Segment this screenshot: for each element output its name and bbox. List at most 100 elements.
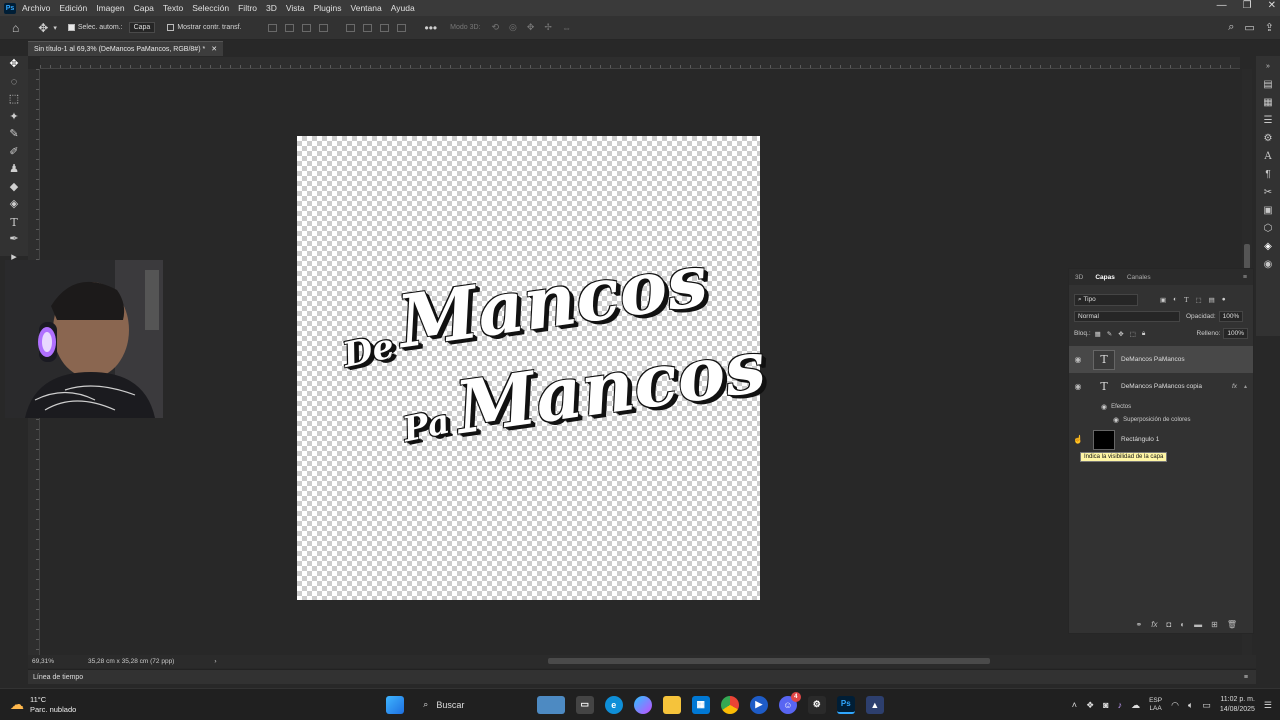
- menu-texto[interactable]: Texto: [163, 3, 183, 13]
- distribute-icon[interactable]: [396, 23, 406, 32]
- panel-menu-icon[interactable]: ≡: [1243, 274, 1247, 281]
- menu-seleccion[interactable]: Selección: [192, 3, 229, 13]
- chrome-icon[interactable]: [720, 695, 739, 714]
- align-bottom-icon[interactable]: [379, 23, 389, 32]
- lock-position-icon[interactable]: ✥: [1118, 330, 1123, 338]
- home-icon[interactable]: ⌂: [12, 21, 19, 35]
- taskbar-search[interactable]: ⌕ Buscar: [415, 694, 525, 716]
- app-icon[interactable]: ▲: [865, 695, 884, 714]
- menu-archivo[interactable]: Archivo: [22, 3, 50, 13]
- copilot-icon[interactable]: [633, 695, 652, 714]
- lock-artboard-icon[interactable]: ⬚: [1130, 330, 1136, 338]
- camera-icon[interactable]: ◙: [1103, 700, 1108, 710]
- document-canvas[interactable]: De Mancos Pa Mancos: [297, 136, 771, 600]
- document-tab[interactable]: Sin título-1 al 69,3% (DeMancos PaMancos…: [28, 41, 224, 56]
- menu-filtro[interactable]: Filtro: [238, 3, 257, 13]
- align-top-icon[interactable]: [345, 23, 355, 32]
- auto-select-dropdown[interactable]: Capa: [128, 22, 156, 33]
- slide-3d-icon[interactable]: ✢: [544, 22, 552, 33]
- tab-canales[interactable]: Canales: [1121, 274, 1157, 281]
- timeline-label[interactable]: Línea de tiempo: [33, 674, 83, 681]
- fill-input[interactable]: 100%: [1223, 328, 1248, 339]
- tab-capas[interactable]: Capas: [1089, 274, 1121, 281]
- pen-tool-icon[interactable]: ✒: [9, 231, 18, 249]
- align-left-icon[interactable]: [267, 23, 277, 32]
- align-justify-icon[interactable]: [318, 23, 328, 32]
- blend-mode-dropdown[interactable]: Normal: [1074, 311, 1180, 322]
- windows-start-icon[interactable]: [385, 695, 404, 714]
- menu-ayuda[interactable]: Ayuda: [391, 3, 415, 13]
- align-right-icon[interactable]: [301, 23, 311, 32]
- character-panel-icon[interactable]: A: [1264, 148, 1271, 166]
- media-app-icon[interactable]: ▶: [749, 695, 768, 714]
- more-options-icon[interactable]: •••: [425, 21, 438, 35]
- filter-smart-icon[interactable]: ▤: [1209, 296, 1215, 304]
- properties-panel-icon[interactable]: ⚙: [1264, 130, 1273, 148]
- color-panel-icon[interactable]: ▤: [1263, 76, 1272, 94]
- chevron-up-icon[interactable]: ˄: [1072, 700, 1077, 710]
- effect-item-row[interactable]: ◉ Superposición de colores: [1069, 413, 1253, 426]
- settings-app-icon[interactable]: ⚙: [807, 695, 826, 714]
- weather-widget[interactable]: ☁ 11°C Parc. nublado: [10, 695, 76, 715]
- menu-ventana[interactable]: Ventana: [351, 3, 382, 13]
- eyedropper-tool-icon[interactable]: ✎: [9, 126, 18, 144]
- effect-item-eye-icon[interactable]: ◉: [1113, 416, 1119, 424]
- new-adjustment-icon[interactable]: ◐: [1180, 620, 1185, 629]
- lasso-tool-icon[interactable]: ◌: [11, 74, 18, 92]
- task-view-icon[interactable]: ▭: [575, 695, 594, 714]
- filter-toggle-icon[interactable]: ●: [1222, 296, 1226, 303]
- filter-adjust-icon[interactable]: ◐: [1173, 296, 1177, 303]
- fx-badge[interactable]: fx: [1232, 383, 1237, 390]
- workspace-icon[interactable]: ▭: [1244, 21, 1254, 34]
- scale-3d-icon[interactable]: ⇔: [562, 23, 571, 33]
- object-select-tool-icon[interactable]: ⬚: [9, 91, 19, 109]
- mic-icon[interactable]: ♪: [1118, 700, 1123, 710]
- landscape-widget-icon[interactable]: [536, 695, 565, 714]
- adjustments-panel-icon[interactable]: ☰: [1264, 112, 1273, 130]
- horizontal-scroll-thumb[interactable]: [548, 658, 990, 664]
- rotate-3d-icon[interactable]: ⟲: [491, 22, 499, 33]
- align-middle-icon[interactable]: [362, 23, 372, 32]
- zoom-level[interactable]: 69,31%: [32, 658, 88, 665]
- align-center-icon[interactable]: [284, 23, 294, 32]
- volume-icon[interactable]: 🔈︎: [1188, 700, 1193, 711]
- filter-shape-icon[interactable]: ⬚: [1195, 296, 1201, 304]
- chevron-up-icon[interactable]: ▴: [1244, 383, 1247, 390]
- menu-capa[interactable]: Capa: [134, 3, 154, 13]
- link-layers-icon[interactable]: ⚭: [1136, 620, 1143, 629]
- discord-icon[interactable]: ☺ 4: [778, 691, 801, 714]
- minimize-icon[interactable]: —: [1217, 0, 1227, 11]
- eraser-tool-icon[interactable]: ◆: [10, 179, 18, 197]
- tab-3d[interactable]: 3D: [1069, 274, 1089, 281]
- search-icon[interactable]: ⌕: [1228, 21, 1234, 34]
- tools-panel-icon[interactable]: ✂: [1264, 184, 1272, 202]
- lock-pixels-icon[interactable]: ✎: [1107, 330, 1112, 338]
- add-style-icon[interactable]: fx: [1151, 620, 1157, 629]
- maximize-icon[interactable]: ❐: [1243, 0, 1252, 11]
- opacity-input[interactable]: 100%: [1218, 311, 1244, 322]
- pan-3d-icon[interactable]: ✥: [527, 22, 535, 33]
- delete-layer-icon[interactable]: 🗑︎: [1227, 620, 1237, 629]
- dropbox-icon[interactable]: ❖: [1086, 700, 1094, 711]
- brush-tool-icon[interactable]: ✐: [9, 144, 18, 162]
- close-icon[interactable]: ✕: [1268, 0, 1276, 11]
- menu-plugins[interactable]: Plugins: [314, 3, 342, 13]
- paragraph-panel-icon[interactable]: ¶: [1265, 166, 1270, 184]
- filter-type-icon[interactable]: T: [1184, 296, 1188, 304]
- layers-panel-icon[interactable]: ◈: [1264, 238, 1272, 256]
- eye-icon[interactable]: ◉: [1069, 382, 1087, 391]
- gradient-tool-icon[interactable]: ◈: [10, 196, 18, 214]
- chevron-down-icon[interactable]: ▾: [53, 24, 57, 32]
- lock-transparency-icon[interactable]: ▦: [1095, 330, 1101, 338]
- layer-row[interactable]: ◉ T DeMancos PaMancos: [1069, 346, 1253, 373]
- lock-all-icon[interactable]: 🔒︎: [1142, 330, 1145, 338]
- photoshop-taskbar-icon[interactable]: Ps: [836, 695, 855, 714]
- store-icon[interactable]: ▦: [691, 695, 710, 714]
- status-arrow-icon[interactable]: ›: [214, 658, 216, 665]
- type-tool-icon[interactable]: T: [10, 214, 17, 232]
- eye-icon[interactable]: ◉: [1069, 355, 1087, 364]
- clock[interactable]: 11:02 p. m. 14/08/2025: [1220, 695, 1255, 715]
- menu-vista[interactable]: Vista: [286, 3, 305, 13]
- channels-panel-icon[interactable]: ◉: [1264, 256, 1273, 274]
- layer-filter-dropdown[interactable]: ⌕ Tipo: [1074, 293, 1138, 306]
